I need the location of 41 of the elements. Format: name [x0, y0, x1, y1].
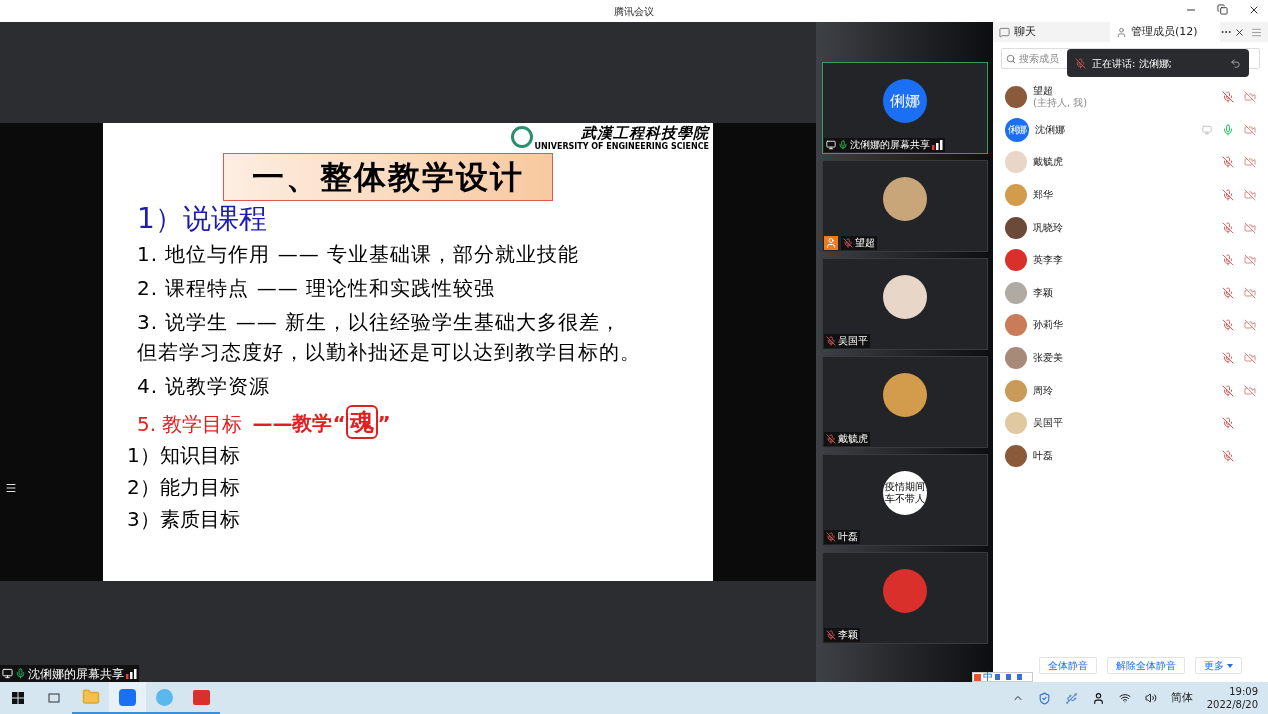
slide-sub-bullet: 3）素质目标	[126, 506, 241, 533]
slide-note: ——教学“ 魂 ”	[252, 405, 391, 439]
slide-bullet: 3. 说学生 —— 新生，以往经验学生基础大多很差， 但若学习态度好，以勤补拙还是可以达到教学目标的。	[136, 309, 642, 366]
slide-heading: 一、整体教学设计	[223, 153, 553, 201]
speaking-text: 正在讲话: 沈俐娜;	[1092, 56, 1172, 71]
member-name: 英李李	[1033, 254, 1063, 267]
tile-name: 叶磊	[838, 531, 858, 543]
slide-section-title: 1）说课程	[136, 201, 268, 237]
tab-label: 管理成员(12)	[1131, 23, 1198, 40]
member-name: 郑华	[1033, 189, 1053, 202]
slide-bullet: 2. 课程特点 —— 理论性和实践性较强	[136, 275, 497, 302]
avatar-initials: 俐娜	[1005, 117, 1029, 142]
screen-share-name: 沈俐娜的屏幕共享	[28, 665, 124, 683]
avatar-initials: 俐娜	[883, 79, 927, 123]
slide-sub-bullet: 2）能力目标	[126, 474, 241, 501]
logo-subtitle: UNIVERSITY OF ENGINEERING SCIENCE	[534, 142, 709, 151]
slide-bullet: 4. 说教学资源	[136, 373, 272, 400]
member-name: 望超	[1033, 85, 1054, 97]
window-title: 腾讯会议	[614, 4, 654, 19]
ime-mode: 中	[983, 672, 993, 682]
member-name: 张爱美	[1033, 352, 1063, 365]
tile-name: 吴国平	[838, 335, 868, 347]
member-name: 吴国平	[1033, 417, 1063, 430]
member-name: 戴毓虎	[1033, 156, 1063, 169]
avatar-text: 疫情期间车不带人	[883, 471, 927, 515]
slide-sub-bullet: 1）知识目标	[126, 442, 241, 469]
tab-label: 聊天	[1014, 23, 1036, 40]
tile-name: 李颖	[838, 629, 858, 641]
tile-name: 戴毓虎	[838, 433, 868, 445]
slide-bullet: 5. 教学目标	[137, 411, 243, 438]
member-name: 李颖	[1033, 286, 1053, 299]
member-name: 巩晓玲	[1033, 221, 1063, 234]
member-name: 叶磊	[1033, 449, 1053, 462]
member-role: (主持人, 我)	[1033, 97, 1088, 110]
logo-text: 武漢工程科技學院	[581, 125, 709, 142]
slide-bullet: 1. 地位与作用 —— 专业基础课，部分就业技能	[136, 241, 581, 268]
member-name: 孙莉华	[1033, 319, 1063, 332]
tile-name: 沈俐娜的屏幕共享	[850, 139, 930, 151]
tile-name: 望超	[855, 237, 875, 249]
member-name: 周玲	[1033, 384, 1053, 397]
member-name: 沈俐娜	[1035, 123, 1065, 136]
